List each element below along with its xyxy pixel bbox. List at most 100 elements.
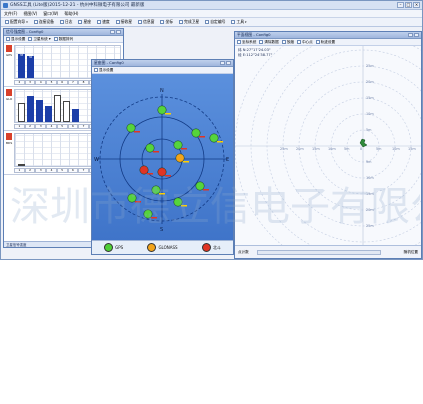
x-tick-label: 15m: [408, 147, 416, 151]
satellite-snr-tick: [181, 148, 187, 150]
toolbar-button[interactable]: 星座: [76, 19, 93, 26]
x-tick-label: 5m: [376, 147, 382, 151]
menu-item[interactable]: 帮助(H): [64, 11, 78, 17]
sky-panel: 星座图 - Config0 显示设置 N S E W GPS GLONASS 北斗: [91, 59, 234, 255]
toolbar-button[interactable]: 坐标: [158, 19, 175, 26]
prn-cell: 8: [78, 80, 89, 85]
pos-toolbar-button[interactable]: 清除数据: [259, 40, 279, 45]
satellite-snr-tick: [165, 175, 171, 177]
panel-close-button[interactable]: [414, 33, 419, 37]
satellite-marker[interactable]: [157, 167, 167, 177]
tool-icon: [6, 37, 10, 41]
toolbar-icon: [205, 20, 210, 24]
pos-toolbar-button[interactable]: 放缩: [281, 40, 294, 45]
snr-toolbar-button[interactable]: 数据排列: [53, 37, 73, 42]
compass-s: S: [160, 227, 163, 233]
satellite-marker[interactable]: [191, 128, 201, 138]
toolbar-button[interactable]: 信息窗: [136, 19, 156, 26]
satellite-marker[interactable]: [126, 123, 136, 133]
satellite-marker[interactable]: [173, 140, 183, 150]
tool-icon: [237, 40, 241, 44]
prn-cell: 7: [78, 168, 89, 173]
toolbar-label: 星座: [83, 19, 92, 24]
satellite-marker[interactable]: [127, 193, 137, 203]
menu-item[interactable]: 文件(F): [4, 11, 17, 17]
x-tick-label: 15m: [312, 147, 320, 151]
legend-dot-icon: [104, 243, 114, 252]
menu-item[interactable]: 窗口(W): [43, 11, 58, 17]
satellite-snr-tick: [134, 131, 140, 133]
toolbar-button[interactable]: 速度: [95, 19, 112, 26]
toolbar-button[interactable]: 配置向导: [3, 19, 30, 26]
prn-cell: 3: [24, 80, 36, 85]
legend-dot-icon: [201, 243, 211, 252]
prn-cell: 2: [24, 124, 36, 129]
close-button[interactable]: ×: [413, 2, 420, 8]
legend-item: GPS: [104, 243, 123, 252]
panel-minimize-button[interactable]: [408, 33, 413, 37]
x-tick-label: 20m: [296, 147, 304, 151]
app-window: GNSS工具 (Lite版)2015-12-21 - 杭州中科微电子有限公司 最…: [0, 0, 423, 260]
panel-close-button[interactable]: [116, 30, 121, 34]
toolbar-button[interactable]: 完成卫星: [177, 19, 201, 26]
satellite-marker[interactable]: [151, 185, 161, 195]
sky-panel-titlebar: 星座图 - Config0: [92, 60, 233, 67]
maximize-button[interactable]: □: [405, 2, 412, 8]
snr-bar: 38: [18, 54, 25, 78]
toolbar-icon: [231, 20, 236, 24]
satellite-marker[interactable]: [173, 197, 183, 207]
toolbar-button[interactable]: 接收星: [114, 19, 134, 26]
prn-cell: 1: [14, 168, 25, 173]
pos-footer-right: 随机位置: [403, 250, 418, 254]
prn-cell: 6: [56, 80, 68, 85]
panel-minimize-button[interactable]: [110, 30, 115, 34]
tool-icon: [259, 40, 264, 44]
snr-row-tag: GPS: [6, 53, 13, 57]
panel-close-button[interactable]: [226, 61, 231, 65]
satellite-marker[interactable]: [157, 105, 167, 115]
minimize-button[interactable]: –: [397, 2, 404, 8]
satellite-snr-tick: [159, 193, 165, 195]
x-tick-label: 10m: [328, 147, 336, 151]
toolbar-button[interactable]: 连接设备: [32, 19, 56, 26]
snr-bar: [54, 94, 61, 122]
satellite-marker[interactable]: [209, 133, 219, 143]
pos-panel-titlebar: 平面视图 - Config0: [235, 32, 421, 39]
toolbar-button[interactable]: 工具: [229, 19, 248, 26]
menu-item[interactable]: 视图(V): [23, 11, 37, 17]
prn-cell: 4: [46, 124, 57, 129]
toolbar-label: 自定编号: [210, 19, 226, 24]
satellite-marker[interactable]: [139, 165, 149, 175]
compass-w: W: [94, 157, 99, 163]
pos-toolbar-button[interactable]: 轨迹设置: [315, 40, 335, 45]
prn-cell: 3: [35, 168, 47, 173]
satellite-snr-tick: [165, 113, 171, 115]
y-tick-label: 5m: [366, 160, 372, 164]
pos-toolbar-button[interactable]: 坐标系统: [237, 40, 256, 45]
toolbar-icon: [97, 20, 102, 24]
sky-legend: GPS GLONASS 北斗: [92, 240, 233, 254]
prn-cell: 2: [24, 168, 36, 173]
satellite-snr-tick: [147, 173, 153, 175]
toolbar-label: 信息窗: [143, 19, 155, 24]
pos-toolbar-button[interactable]: 中心点: [296, 40, 313, 45]
satellite-marker[interactable]: [175, 153, 185, 163]
toolbar-icon: [33, 20, 38, 24]
satellite-marker[interactable]: [143, 209, 153, 219]
pos-scrollbar[interactable]: [257, 250, 381, 255]
satellite-marker[interactable]: [195, 181, 205, 191]
snr-panel-title: 信号强度图 - Config0: [6, 29, 44, 34]
toolbar-button[interactable]: 自定编号: [203, 19, 227, 26]
toolbar-button[interactable]: 日志: [58, 19, 75, 26]
position-panel: 平面视图 - Config0 坐标系统 清除数据 放缩 中心点 轨迹设置 25m 20m 1…: [234, 31, 422, 259]
panel-minimize-button[interactable]: [220, 61, 225, 65]
snr-bar: [27, 96, 34, 122]
sky-display-settings-button[interactable]: 显示设置: [94, 68, 113, 73]
snr-toolbar-button[interactable]: 卫星系统 ▾: [28, 37, 51, 42]
compass-e: E: [226, 157, 229, 163]
satellite-marker[interactable]: [145, 143, 155, 153]
snr-bar: [72, 109, 79, 122]
satellite-snr-tick: [181, 205, 187, 207]
snr-toolbar-button[interactable]: 显示设置: [6, 37, 25, 42]
x-tick-label: 10m: [392, 147, 400, 151]
